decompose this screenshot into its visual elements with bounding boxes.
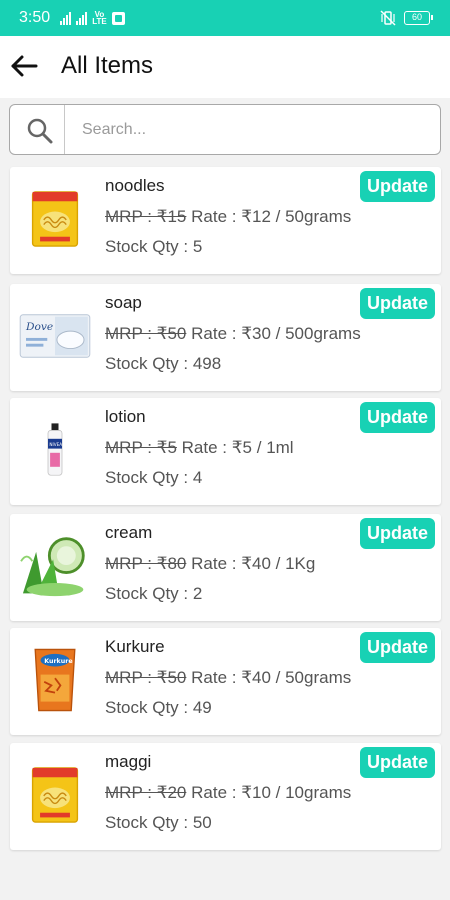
list-item[interactable]: noodles MRP : ₹15 Rate : ₹12 / 50grams Sto…: [10, 167, 441, 274]
mrp-price: MRP : ₹80: [105, 554, 187, 573]
back-arrow-icon[interactable]: [9, 51, 39, 81]
price-line: MRP : ₹80 Rate : ₹40 / 1Kg: [105, 554, 315, 574]
item-name: lotion: [105, 407, 146, 426]
mrp-price: MRP : ₹5: [105, 438, 177, 457]
status-right-icons: 60: [380, 10, 433, 26]
item-name: Kurkure: [105, 637, 165, 656]
list-item[interactable]: NIVEA lotion MRP : ₹5 Rate : ₹5 / 1ml Stoc…: [10, 398, 441, 505]
status-left-icons: Vo LTE: [60, 10, 125, 26]
product-thumbnail: NIVEA: [14, 408, 96, 492]
item-name: cream: [105, 523, 153, 542]
stock-qty: Stock Qty : 2: [105, 584, 203, 603]
search-divider: [64, 105, 65, 154]
list-item[interactable]: Kurkure Kurkure MRP : ₹50 Rate : ₹40 / 50…: [10, 628, 441, 735]
rate-price: Rate : ₹40: [191, 668, 271, 687]
status-bar: 3:50 Vo LTE 60: [0, 0, 450, 36]
list-item[interactable]: Dove soap MRP : ₹50 Rate : ₹30 / 500grams…: [10, 284, 441, 391]
rate-price: Rate : ₹12: [191, 207, 271, 226]
product-thumbnail: Dove: [14, 294, 96, 378]
search-input[interactable]: [82, 115, 422, 145]
item-name: noodles: [105, 176, 165, 195]
stock-qty: Stock Qty : 5: [105, 237, 203, 256]
mrp-price: MRP : ₹15: [105, 207, 187, 226]
price-line: MRP : ₹5 Rate : ₹5 / 1ml: [105, 438, 294, 458]
stock-qty: Stock Qty : 498: [105, 354, 222, 373]
search-icon: [27, 118, 53, 144]
rate-price: Rate : ₹40: [191, 554, 271, 573]
item-name: maggi: [105, 752, 152, 771]
unit-label: / 50grams: [275, 668, 352, 687]
search-bar: [9, 104, 441, 155]
rate-price: Rate : ₹10: [191, 783, 271, 802]
price-line: MRP : ₹15 Rate : ₹12 / 50grams: [105, 207, 351, 227]
svg-text:NIVEA: NIVEA: [49, 442, 62, 447]
svg-text:Dove: Dove: [25, 320, 53, 333]
product-thumbnail: [14, 753, 96, 837]
price-line: MRP : ₹50 Rate : ₹40 / 50grams: [105, 668, 351, 688]
unit-label: / 1ml: [256, 438, 294, 457]
stock-qty: Stock Qty : 49: [105, 698, 212, 717]
price-line: MRP : ₹20 Rate : ₹10 / 10grams: [105, 783, 351, 803]
battery-icon: 60: [404, 11, 433, 25]
product-thumbnail: [14, 177, 96, 261]
update-button[interactable]: Update: [360, 402, 435, 433]
list-item[interactable]: maggi MRP : ₹20 Rate : ₹10 / 10grams Stock…: [10, 743, 441, 850]
mrp-price: MRP : ₹50: [105, 324, 187, 343]
signal-icon: [76, 11, 87, 25]
signal-icon: [60, 11, 71, 25]
product-thumbnail: Kurkure: [14, 638, 96, 722]
stock-qty: Stock Qty : 50: [105, 813, 212, 832]
volte-label: Vo LTE: [92, 10, 107, 26]
stock-qty: Stock Qty : 4: [105, 468, 203, 487]
page-title: All Items: [61, 52, 154, 79]
product-thumbnail: [14, 524, 96, 608]
update-button[interactable]: Update: [360, 747, 435, 778]
unit-label: / 10grams: [275, 783, 352, 802]
rate-price: Rate : ₹5: [181, 438, 253, 457]
list-item[interactable]: cream MRP : ₹80 Rate : ₹40 / 1Kg Stock Qty…: [10, 514, 441, 621]
unit-label: / 50grams: [275, 207, 352, 226]
update-button[interactable]: Update: [360, 632, 435, 663]
mrp-price: MRP : ₹50: [105, 668, 187, 687]
vibrate-icon: [380, 10, 396, 26]
status-time: 3:50: [19, 9, 51, 26]
update-button[interactable]: Update: [360, 288, 435, 319]
rate-price: Rate : ₹30: [191, 324, 271, 343]
svg-text:Kurkure: Kurkure: [44, 658, 72, 665]
unit-label: / 500grams: [275, 324, 361, 343]
app-bar: All Items: [0, 36, 450, 98]
mrp-price: MRP : ₹20: [105, 783, 187, 802]
update-button[interactable]: Update: [360, 518, 435, 549]
update-button[interactable]: Update: [360, 171, 435, 202]
price-line: MRP : ₹50 Rate : ₹30 / 500grams: [105, 324, 361, 344]
app-notification-icon: [112, 11, 125, 25]
item-name: soap: [105, 293, 142, 312]
unit-label: / 1Kg: [275, 554, 316, 573]
